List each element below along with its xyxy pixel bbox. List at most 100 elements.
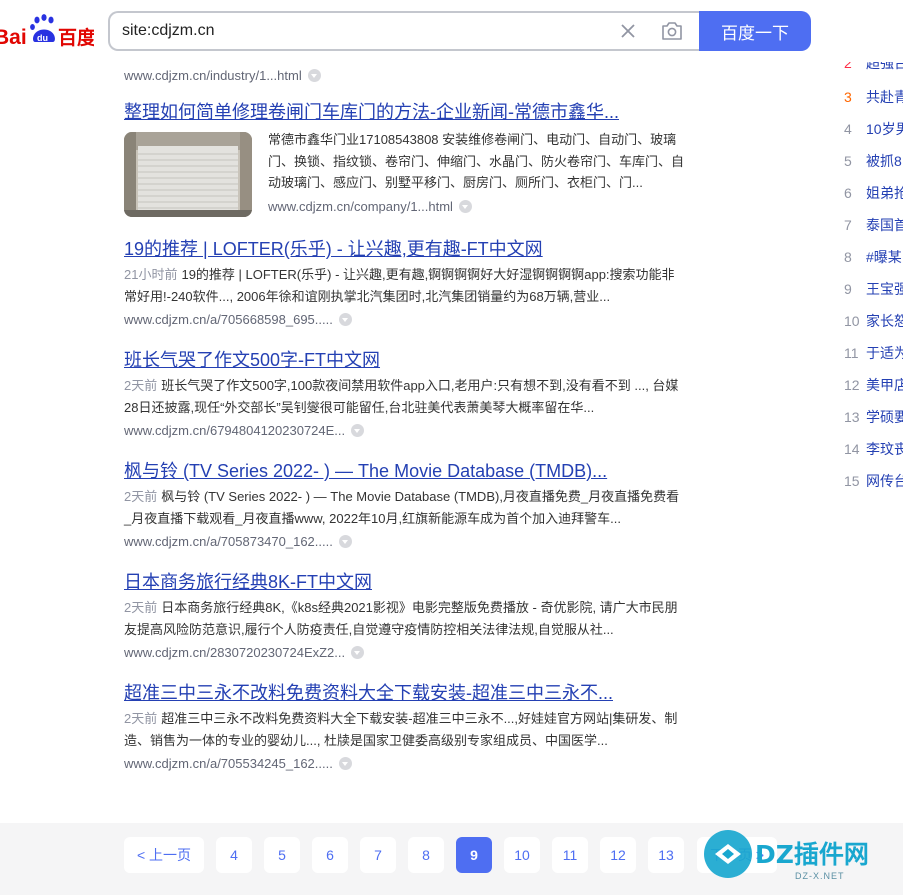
- search-input[interactable]: [122, 13, 602, 49]
- hot-rank: 7: [844, 217, 852, 233]
- svg-text:du: du: [37, 33, 48, 43]
- result-abstract-text: 日本商务旅行经典8K,《k8s经典2021影视》电影完整版免费播放 - 奇优影院…: [124, 600, 678, 637]
- result-url: www.cdjzm.cn/6794804120230724E...: [124, 422, 694, 440]
- chevron-down-icon[interactable]: [338, 757, 352, 770]
- page-button[interactable]: 4: [216, 837, 252, 873]
- hot-rank: 8: [844, 249, 852, 265]
- search-result: 枫与铃 (TV Series 2022- ) — The Movie Datab…: [124, 460, 694, 551]
- hot-list-item[interactable]: 10 家长怒: [838, 311, 903, 331]
- hot-list-item[interactable]: 3 共赴青: [838, 87, 903, 107]
- result-url-link[interactable]: www.cdjzm.cn/2830720230724ExZ2...: [124, 645, 345, 660]
- result-url: www.cdjzm.cn/a/705668598_695.....: [124, 311, 694, 329]
- result-abstract: 2天前 班长气哭了作文500字,100款夜间禁用软件app入口,老用户:只有想不到…: [124, 375, 684, 418]
- search-result: 班长气哭了作文500字-FT中文网 2天前 班长气哭了作文500字,100款夜间禁…: [124, 349, 694, 440]
- hot-rank: 5: [844, 153, 852, 169]
- chevron-down-icon[interactable]: [338, 535, 352, 548]
- chevron-down-icon[interactable]: [307, 69, 321, 82]
- hot-title[interactable]: 被抓8: [866, 153, 902, 169]
- hot-list-item[interactable]: 12 美甲店: [838, 375, 903, 395]
- hot-title[interactable]: 泰国首: [866, 217, 903, 233]
- result-title-link[interactable]: 整理如何简单修理卷闸门车库门的方法-企业新闻-常德市鑫华...: [124, 101, 694, 123]
- hot-rank: 6: [844, 185, 852, 201]
- result-url-link[interactable]: www.cdjzm.cn/industry/1...html: [124, 68, 302, 83]
- page-button[interactable]: 6: [312, 837, 348, 873]
- camera-icon[interactable]: [660, 20, 684, 42]
- prev-page-button[interactable]: < 上一页: [124, 837, 204, 873]
- chevron-down-icon[interactable]: [338, 313, 352, 326]
- garage-door-thumbnail[interactable]: [124, 132, 252, 217]
- hot-list-item[interactable]: 5 被抓8: [838, 151, 902, 171]
- result-url: www.cdjzm.cn/a/705534245_162.....: [124, 755, 694, 773]
- hot-title[interactable]: 家长怒: [866, 313, 903, 329]
- result-time: 2天前: [124, 378, 158, 393]
- hot-list-item[interactable]: 9 王宝强: [838, 279, 903, 299]
- hot-title[interactable]: 姐弟抢: [866, 185, 903, 201]
- result-title-link[interactable]: 19的推荐 | LOFTER(乐乎) - 让兴趣,更有趣-FT中文网: [124, 238, 694, 260]
- hot-list-item[interactable]: 13 学硕要: [838, 407, 903, 427]
- hot-title[interactable]: 李玟丧: [866, 441, 903, 457]
- hot-title[interactable]: 10岁男: [866, 121, 903, 137]
- page-button[interactable]: 13: [648, 837, 684, 873]
- result-title-link[interactable]: 枫与铃 (TV Series 2022- ) — The Movie Datab…: [124, 460, 694, 482]
- chevron-down-icon[interactable]: [458, 199, 472, 213]
- result-url-link[interactable]: www.cdjzm.cn/a/705534245_162.....: [124, 756, 333, 771]
- hot-list-item[interactable]: 4 10岁男: [838, 119, 903, 139]
- result-title-link[interactable]: 日本商务旅行经典8K-FT中文网: [124, 571, 694, 593]
- result-abstract-text: 超准三中三永不改料免费资料大全下载安装-超准三中三永不...,好娃娃官方网站|集…: [124, 711, 678, 748]
- svg-text:DZ-X.NET: DZ-X.NET: [795, 871, 845, 881]
- hot-title[interactable]: 王宝强: [866, 281, 903, 297]
- hot-title[interactable]: 共赴青: [866, 89, 903, 105]
- page-button[interactable]: 12: [600, 837, 636, 873]
- hot-list-item[interactable]: 14 李玟丧: [838, 439, 903, 459]
- result-url: www.cdjzm.cn/industry/1...html: [124, 67, 694, 85]
- hot-title[interactable]: 于适为: [866, 345, 903, 361]
- page-button[interactable]: 10: [504, 837, 540, 873]
- search-result: 整理如何简单修理卷闸门车库门的方法-企业新闻-常德市鑫华... 常德市鑫华门业1…: [124, 101, 694, 217]
- result-title-link[interactable]: 超准三中三永不改料免费资料大全下载安装-超准三中三永不...: [124, 682, 694, 704]
- result-time: 2天前: [124, 600, 158, 615]
- hot-rank: 13: [844, 409, 860, 425]
- result-time: 2天前: [124, 711, 158, 726]
- chevron-down-icon[interactable]: [351, 646, 365, 659]
- svg-text:Bai: Bai: [0, 26, 27, 49]
- hot-list-item[interactable]: 11 于适为: [838, 343, 903, 363]
- hot-list-item[interactable]: 6 姐弟抢: [838, 183, 903, 203]
- search-button[interactable]: 百度一下: [699, 11, 811, 51]
- svg-text:百度: 百度: [58, 26, 94, 49]
- close-icon[interactable]: [618, 21, 638, 41]
- result-title-link[interactable]: 班长气哭了作文500字-FT中文网: [124, 349, 694, 371]
- page-button[interactable]: 5: [264, 837, 300, 873]
- hot-list-item[interactable]: 7 泰国首: [838, 215, 903, 235]
- hot-rank: 11: [844, 345, 859, 361]
- result-abstract: 2天前 日本商务旅行经典8K,《k8s经典2021影视》电影完整版免费播放 - 奇…: [124, 597, 684, 640]
- result-abstract-text: 班长气哭了作文500字,100款夜间禁用软件app入口,老用户:只有想不到,没有…: [124, 378, 679, 415]
- hot-list-item[interactable]: 15 网传台: [838, 471, 903, 491]
- hot-title[interactable]: #曝某: [866, 249, 902, 265]
- result-url-link[interactable]: www.cdjzm.cn/company/1...html: [268, 199, 453, 214]
- result-url: www.cdjzm.cn/2830720230724ExZ2...: [124, 644, 694, 662]
- hot-title[interactable]: 学硕要: [866, 409, 903, 425]
- hot-rank: 4: [844, 121, 852, 137]
- page-button[interactable]: 7: [360, 837, 396, 873]
- result-abstract: 2天前 枫与铃 (TV Series 2022- ) — The Movie Da…: [124, 486, 684, 529]
- result-url-link[interactable]: www.cdjzm.cn/a/705873470_162.....: [124, 534, 333, 549]
- page-button[interactable]: 8: [408, 837, 444, 873]
- hot-rank: 9: [844, 281, 852, 297]
- baidu-logo[interactable]: Bai du 百度: [0, 12, 94, 50]
- search-result: 日本商务旅行经典8K-FT中文网 2天前 日本商务旅行经典8K,《k8s经典202…: [124, 571, 694, 662]
- search-result: 超准三中三永不改料免费资料大全下载安装-超准三中三永不... 2天前 超准三中三永…: [124, 682, 694, 773]
- search-box: [108, 11, 702, 51]
- result-abstract-text: 枫与铃 (TV Series 2022- ) — The Movie Datab…: [124, 489, 680, 526]
- result-abstract: 常德市鑫华门业17108543808 安装维修卷闸门、电动门、自动门、玻璃门、换…: [268, 132, 685, 190]
- hot-title[interactable]: 美甲店: [866, 377, 903, 393]
- page-button[interactable]: 11: [552, 837, 588, 873]
- current-page-button[interactable]: 9: [456, 837, 492, 873]
- result-url-link[interactable]: www.cdjzm.cn/6794804120230724E...: [124, 423, 345, 438]
- header: Bai du 百度 百度一下: [0, 0, 903, 62]
- chevron-down-icon[interactable]: [351, 424, 365, 437]
- result-url-link[interactable]: www.cdjzm.cn/a/705668598_695.....: [124, 312, 333, 327]
- hot-list-item[interactable]: 8 #曝某: [838, 247, 902, 267]
- result-url: www.cdjzm.cn/a/705873470_162.....: [124, 533, 694, 551]
- hot-title[interactable]: 网传台: [866, 473, 903, 489]
- hot-rank: 12: [844, 377, 860, 393]
